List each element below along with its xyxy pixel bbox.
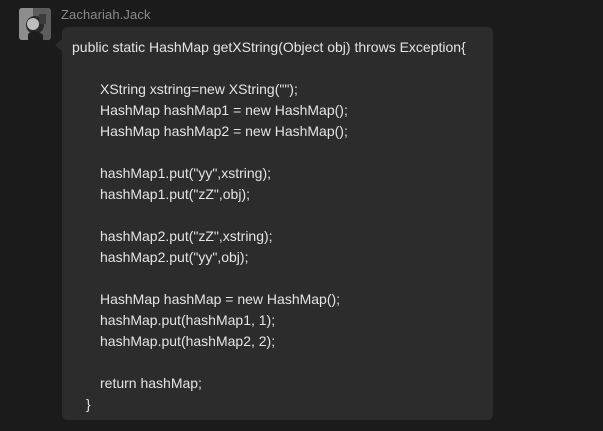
code-line: return hashMap; <box>100 375 202 391</box>
sender-name[interactable]: Zachariah.Jack <box>61 7 151 22</box>
code-block: public static HashMap getXString(Object … <box>72 37 485 415</box>
code-line: hashMap.put(hashMap2, 2); <box>100 333 276 349</box>
code-line: public static HashMap getXString(Object … <box>72 39 466 55</box>
code-line: HashMap hashMap1 = new HashMap(); <box>100 102 348 118</box>
code-line: hashMap.put(hashMap1, 1); <box>100 312 276 328</box>
chat-window: Zachariah.Jack public static HashMap get… <box>0 0 603 431</box>
user-avatar-icon[interactable] <box>19 8 51 40</box>
code-line: XString xstring=new XString(""); <box>100 81 298 97</box>
code-line: hashMap1.put("yy",xstring); <box>100 165 272 181</box>
code-line: HashMap hashMap2 = new HashMap(); <box>100 123 348 139</box>
code-line: hashMap2.put("yy",obj); <box>100 249 249 265</box>
code-line: hashMap2.put("zZ",xstring); <box>100 228 273 244</box>
code-line: HashMap hashMap = new HashMap(); <box>100 291 341 307</box>
message-bubble[interactable]: public static HashMap getXString(Object … <box>62 27 493 420</box>
code-line: } <box>86 396 91 412</box>
bubble-tail <box>55 39 62 51</box>
code-line: hashMap1.put("zZ",obj); <box>100 186 251 202</box>
